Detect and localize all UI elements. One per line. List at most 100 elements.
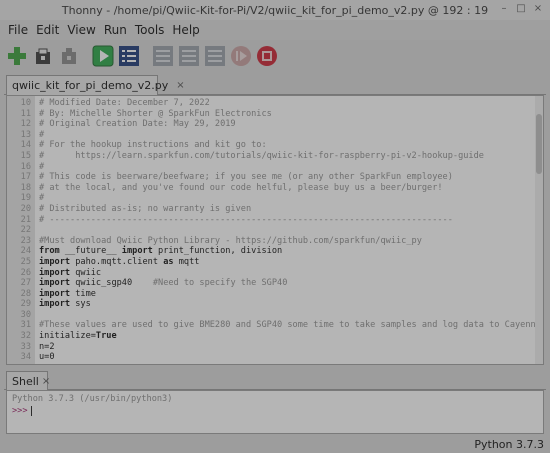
line-number: 24 (20, 246, 31, 257)
step-out-button[interactable] (204, 45, 226, 67)
debug-button[interactable] (118, 45, 140, 67)
stop-button[interactable] (256, 45, 278, 67)
shell-prompt-line[interactable]: >>> (7, 405, 543, 417)
code-line[interactable]: 28 import time (7, 289, 543, 300)
line-number: 27 (20, 278, 31, 289)
editor-scrollbar[interactable] (535, 96, 543, 364)
line-number: 19 (20, 193, 31, 204)
shell-tab-bar: Shell × (4, 370, 546, 390)
code-text: u=0 (39, 352, 55, 363)
shell-panel[interactable]: Python 3.7.3 (/usr/bin/python3) >>> (6, 390, 544, 434)
code-line[interactable]: 19 # (7, 193, 543, 204)
code-text: import paho.mqtt.client as mqtt (39, 256, 200, 267)
line-number: 34 (20, 352, 31, 363)
code-line[interactable]: 11 # By: Michelle Shorter @ SparkFun Elec… (7, 109, 543, 120)
menu-file[interactable]: File (4, 23, 32, 37)
code-line[interactable]: 12 # Original Creation Date: May 29, 2019 (7, 119, 543, 130)
code-text: # (39, 129, 45, 140)
code-editor[interactable]: 10 # Modified Date: December 7, 2022 11 # B… (6, 95, 544, 365)
tab-editor-file[interactable]: qwiic_kit_for_pi_demo_v2.py × (6, 75, 185, 95)
code-line[interactable]: 27 import qwiic_sgp40 #Need to specify th… (7, 278, 543, 289)
line-number: 32 (20, 331, 31, 342)
run-icon (92, 45, 114, 67)
code-text: # Original Creation Date: May 29, 2019 (39, 119, 236, 130)
line-number: 21 (20, 214, 31, 225)
code-line[interactable]: 16 # (7, 162, 543, 173)
code-line[interactable]: 25 import paho.mqtt.client as mqtt (7, 257, 543, 268)
code-line[interactable]: 17 # This code is beerware/beefware; if y… (7, 172, 543, 183)
code-text: import time (39, 288, 96, 299)
code-line[interactable]: 32 initialize=True (7, 331, 543, 342)
tab-label: qwiic_kit_for_pi_demo_v2.py (12, 79, 169, 92)
code-line[interactable]: 24 from __future__ import print_function,… (7, 246, 543, 257)
menu-tools[interactable]: Tools (131, 23, 169, 37)
code-lines: 10 # Modified Date: December 7, 2022 11 # B… (7, 98, 543, 363)
maximize-icon[interactable]: □ (515, 3, 527, 15)
code-line[interactable]: 18 # at the local, and you've found our c… (7, 183, 543, 194)
line-number: 11 (20, 108, 31, 119)
code-line[interactable]: 23 #Must download Qwiic Python Library - … (7, 236, 543, 247)
menu-view[interactable]: View (63, 23, 99, 37)
scrollbar-thumb[interactable] (536, 114, 542, 174)
resume-button[interactable] (230, 45, 252, 67)
code-line[interactable]: 13 # (7, 130, 543, 141)
step-into-icon (179, 46, 199, 66)
code-text: # For the hookup instructions and kit go… (39, 140, 267, 151)
line-number: 26 (20, 267, 31, 278)
code-line[interactable]: 14 # For the hookup instructions and kit … (7, 140, 543, 151)
line-number: 28 (20, 288, 31, 299)
open-file-icon (36, 48, 50, 64)
line-number: 25 (20, 256, 31, 267)
shell-tab-close-icon[interactable]: × (42, 376, 50, 387)
code-text: import qwiic (39, 267, 102, 278)
line-number: 15 (20, 150, 31, 161)
code-text: # By: Michelle Shorter @ SparkFun Electr… (39, 108, 272, 119)
resume-icon (231, 46, 251, 66)
menu-edit[interactable]: Edit (32, 23, 63, 37)
code-line[interactable]: 10 # Modified Date: December 7, 2022 (7, 98, 543, 109)
line-number: 22 (20, 225, 31, 236)
step-into-button[interactable] (178, 45, 200, 67)
code-line[interactable]: 30 (7, 310, 543, 321)
code-text: # Distributed as-is; no warranty is give… (39, 203, 252, 214)
thonny-window: Thonny - /home/pi/Qwiic-Kit-for-Pi/V2/qw… (0, 0, 550, 453)
code-line[interactable]: 33 n=2 (7, 342, 543, 353)
code-line[interactable]: 21 # ------------------------------------… (7, 215, 543, 226)
window-controls: – □ × (498, 3, 544, 15)
code-text: from __future__ import print_function, d… (39, 246, 283, 257)
code-text: #Must download Qwiic Python Library - ht… (39, 235, 422, 246)
line-number: 29 (20, 299, 31, 310)
code-line[interactable]: 15 # https://learn.sparkfun.com/tutorials… (7, 151, 543, 162)
code-text: initialize=True (39, 331, 117, 342)
step-out-icon (205, 46, 225, 66)
code-line[interactable]: 20 # Distributed as-is; no warranty is gi… (7, 204, 543, 215)
code-line[interactable]: 34 u=0 (7, 352, 543, 363)
code-line[interactable]: 26 import qwiic (7, 268, 543, 279)
step-over-button[interactable] (152, 45, 174, 67)
save-file-button[interactable] (58, 45, 80, 67)
code-line[interactable]: 29 import sys (7, 299, 543, 310)
tab-close-icon[interactable]: × (176, 80, 184, 91)
toolbar (0, 42, 550, 70)
code-line[interactable]: 31 #These values are used to give BME280 … (7, 320, 543, 331)
menu-run[interactable]: Run (100, 23, 131, 37)
new-file-button[interactable] (6, 45, 28, 67)
line-number: 17 (20, 172, 31, 183)
close-icon[interactable]: × (532, 3, 544, 15)
run-button[interactable] (92, 45, 114, 67)
code-text: n=2 (39, 341, 55, 352)
title-bar: Thonny - /home/pi/Qwiic-Kit-for-Pi/V2/qw… (0, 0, 550, 20)
open-file-button[interactable] (32, 45, 54, 67)
tab-shell[interactable]: Shell × (6, 371, 50, 390)
interpreter-label[interactable]: Python 3.7.3 (474, 438, 544, 451)
line-number: 30 (20, 309, 31, 320)
code-line[interactable]: 22 (7, 225, 543, 236)
minimize-icon[interactable]: – (498, 3, 510, 15)
line-number: 33 (20, 341, 31, 352)
status-bar: Python 3.7.3 (0, 436, 550, 453)
debug-icon (119, 46, 139, 66)
editor-tab-bar: qwiic_kit_for_pi_demo_v2.py × (4, 73, 546, 95)
menu-help[interactable]: Help (168, 23, 203, 37)
